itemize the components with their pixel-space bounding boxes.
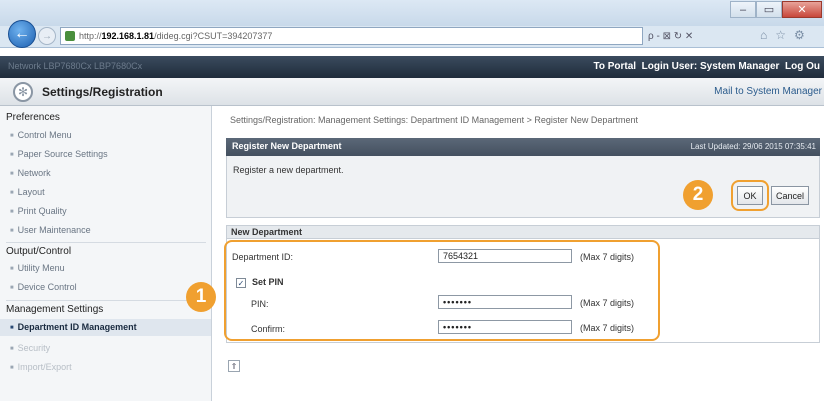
window-controls: – ▭ ✕ <box>730 1 822 19</box>
new-department-header: New Department <box>226 225 820 239</box>
confirm-hint: (Max 7 digits) <box>580 323 635 333</box>
mail-to-system-manager-link[interactable]: Mail to System Manager <box>714 86 822 97</box>
minimize-icon[interactable]: – <box>730 1 756 18</box>
sidebar-group-output-control: Output/Control <box>6 242 206 257</box>
site-favicon-icon <box>65 31 75 41</box>
callout-1-badge: 1 <box>186 282 216 312</box>
sidebar-item-paper-source[interactable]: Paper Source Settings <box>10 149 108 159</box>
register-message: Register a new department. <box>233 165 344 175</box>
sidebar-item-user-maintenance[interactable]: User Maintenance <box>10 225 91 235</box>
pin-field[interactable]: ••••••• <box>438 295 572 309</box>
back-button[interactable]: ← <box>8 20 36 48</box>
login-user-text: Login User: System Manager <box>641 61 780 72</box>
breadcrumb: Settings/Registration: Management Settin… <box>230 115 638 125</box>
browser-toolbar-icons: ⌂ ☆ ⚙ <box>760 28 820 44</box>
last-updated-text: Last Updated: 29/06 2015 07:35:41 <box>690 142 816 151</box>
sidebar-item-security[interactable]: Security <box>10 343 51 353</box>
url-host: 192.168.1.81 <box>101 31 155 41</box>
settings-gear-icon: ✻ <box>13 82 33 102</box>
browser-titlebar <box>0 0 824 26</box>
set-pin-checkbox[interactable]: ✓ <box>236 278 246 288</box>
cancel-button[interactable]: Cancel <box>771 186 809 205</box>
confirm-label: Confirm: <box>251 324 286 334</box>
page-title: Settings/Registration <box>42 85 163 99</box>
maximize-icon[interactable]: ▭ <box>756 1 782 18</box>
sidebar-item-utility-menu[interactable]: Utility Menu <box>10 263 65 273</box>
set-pin-label: Set PIN <box>252 277 284 287</box>
sidebar-group-preferences: Preferences <box>6 112 60 123</box>
sidebar-group-management-settings: Management Settings <box>6 300 206 315</box>
home-icon[interactable]: ⌂ <box>760 28 767 44</box>
sidebar: Preferences Control Menu Paper Source Se… <box>0 106 212 401</box>
logout-link[interactable]: Log Ou <box>785 61 820 72</box>
arrow-right-icon: → <box>42 30 52 42</box>
pin-hint: (Max 7 digits) <box>580 298 635 308</box>
sidebar-item-layout[interactable]: Layout <box>10 187 45 197</box>
url-prefix: http:// <box>79 31 102 41</box>
callout-2-badge: 2 <box>683 180 713 210</box>
checkmark-icon: ✓ <box>237 278 245 288</box>
sidebar-item-department-id-management[interactable]: Department ID Management <box>0 319 211 336</box>
pin-label: PIN: <box>251 299 269 309</box>
settings-bar: ✻ Settings/Registration Mail to System M… <box>0 78 824 106</box>
arrow-up-icon: ⇑ <box>230 361 238 371</box>
forward-button[interactable]: → <box>38 27 56 45</box>
register-panel-header: Register New Department Last Updated: 29… <box>226 138 820 156</box>
to-portal-link[interactable]: To Portal <box>593 61 636 72</box>
url-path: /dideg.cgi?CSUT=394207377 <box>154 31 273 41</box>
address-bar[interactable]: http://192.168.1.81/dideg.cgi?CSUT=39420… <box>60 27 643 45</box>
sidebar-item-control-menu[interactable]: Control Menu <box>10 130 72 140</box>
close-icon[interactable]: ✕ <box>782 1 822 18</box>
new-department-title: New Department <box>231 227 303 237</box>
arrow-left-icon: ← <box>14 25 30 42</box>
sidebar-item-print-quality[interactable]: Print Quality <box>10 206 67 216</box>
department-id-label: Department ID: <box>232 252 294 262</box>
department-id-field[interactable]: 7654321 <box>438 249 572 263</box>
confirm-pin-field[interactable]: ••••••• <box>438 320 572 334</box>
star-icon[interactable]: ☆ <box>775 28 786 44</box>
address-tools[interactable]: ρ - ⊠ ↻ ✕ <box>648 28 738 44</box>
ok-button[interactable]: OK <box>737 186 763 205</box>
gear-icon[interactable]: ⚙ <box>794 28 805 44</box>
header-links: To Portal Login User: System Manager Log… <box>593 61 820 72</box>
department-id-hint: (Max 7 digits) <box>580 252 635 262</box>
device-name: Network LBP7680Cx LBP7680Cx <box>8 61 143 71</box>
register-panel-title: Register New Department <box>232 141 342 151</box>
sidebar-item-network[interactable]: Network <box>10 168 51 178</box>
sidebar-item-device-control[interactable]: Device Control <box>10 282 77 292</box>
app-header: Network LBP7680Cx LBP7680Cx To Portal Lo… <box>0 56 824 78</box>
scroll-to-top-button[interactable]: ⇑ <box>228 360 240 372</box>
sidebar-item-import-export[interactable]: Import/Export <box>10 362 72 372</box>
